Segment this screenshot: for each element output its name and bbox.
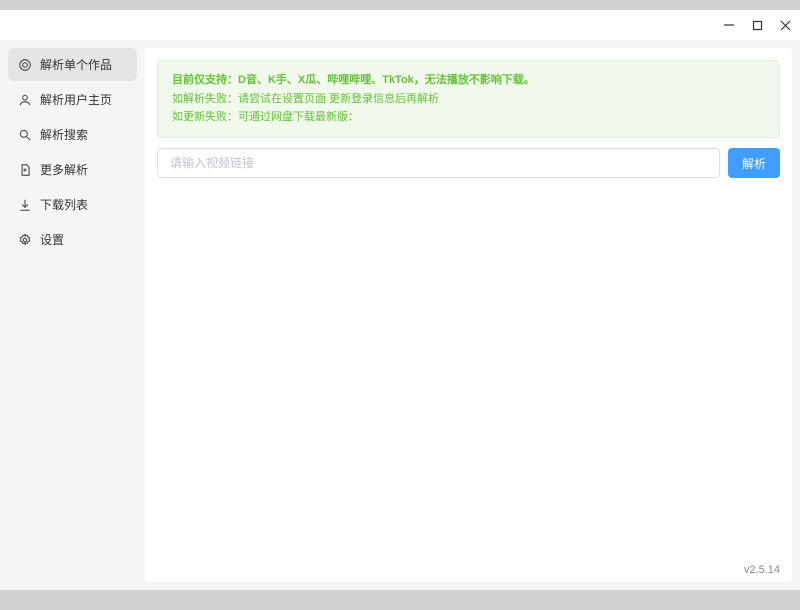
app-window: 解析单个作品 解析用户主页 解析搜索 更多解析: [0, 10, 800, 590]
sidebar-item-label: 下载列表: [40, 196, 88, 213]
sidebar: 解析单个作品 解析用户主页 解析搜索 更多解析: [0, 40, 145, 590]
maximize-button[interactable]: [750, 18, 764, 32]
notice-line-3: 如更新失败：可通过网盘下载最新版：: [172, 108, 765, 127]
gear-icon: [18, 233, 32, 247]
user-icon: [18, 93, 32, 107]
document-icon: [18, 163, 32, 177]
sidebar-item-label: 解析单个作品: [40, 56, 112, 73]
titlebar: [0, 10, 800, 40]
sidebar-item-parse-user[interactable]: 解析用户主页: [8, 83, 137, 116]
minimize-button[interactable]: [722, 18, 736, 32]
video-url-input[interactable]: [157, 148, 720, 178]
sidebar-item-parse-search[interactable]: 解析搜索: [8, 118, 137, 151]
sidebar-item-label: 解析用户主页: [40, 91, 112, 108]
main-panel: 目前仅支持：D音、K手、X瓜、哔哩哔哩、TkTok，无法播放不影响下载。 如解析…: [145, 48, 792, 582]
sidebar-item-label: 设置: [40, 231, 64, 248]
target-icon: [18, 58, 32, 72]
body-area: 解析单个作品 解析用户主页 解析搜索 更多解析: [0, 40, 800, 590]
input-row: 解析: [157, 148, 780, 178]
sidebar-item-more-parse[interactable]: 更多解析: [8, 153, 137, 186]
notice-line-1: 目前仅支持：D音、K手、X瓜、哔哩哔哩、TkTok，无法播放不影响下载。: [172, 71, 765, 90]
notice-line-2: 如解析失败：请尝试在设置页面 更新登录信息后再解析: [172, 90, 765, 109]
search-icon: [18, 128, 32, 142]
sidebar-item-parse-single[interactable]: 解析单个作品: [8, 48, 137, 81]
download-icon: [18, 198, 32, 212]
sidebar-item-label: 解析搜索: [40, 126, 88, 143]
notice-box: 目前仅支持：D音、K手、X瓜、哔哩哔哩、TkTok，无法播放不影响下载。 如解析…: [157, 60, 780, 138]
sidebar-item-label: 更多解析: [40, 161, 88, 178]
version-label: v2.5.14: [744, 564, 780, 576]
parse-button[interactable]: 解析: [728, 148, 780, 178]
sidebar-item-downloads[interactable]: 下载列表: [8, 188, 137, 221]
sidebar-item-settings[interactable]: 设置: [8, 223, 137, 256]
close-button[interactable]: [778, 18, 792, 32]
